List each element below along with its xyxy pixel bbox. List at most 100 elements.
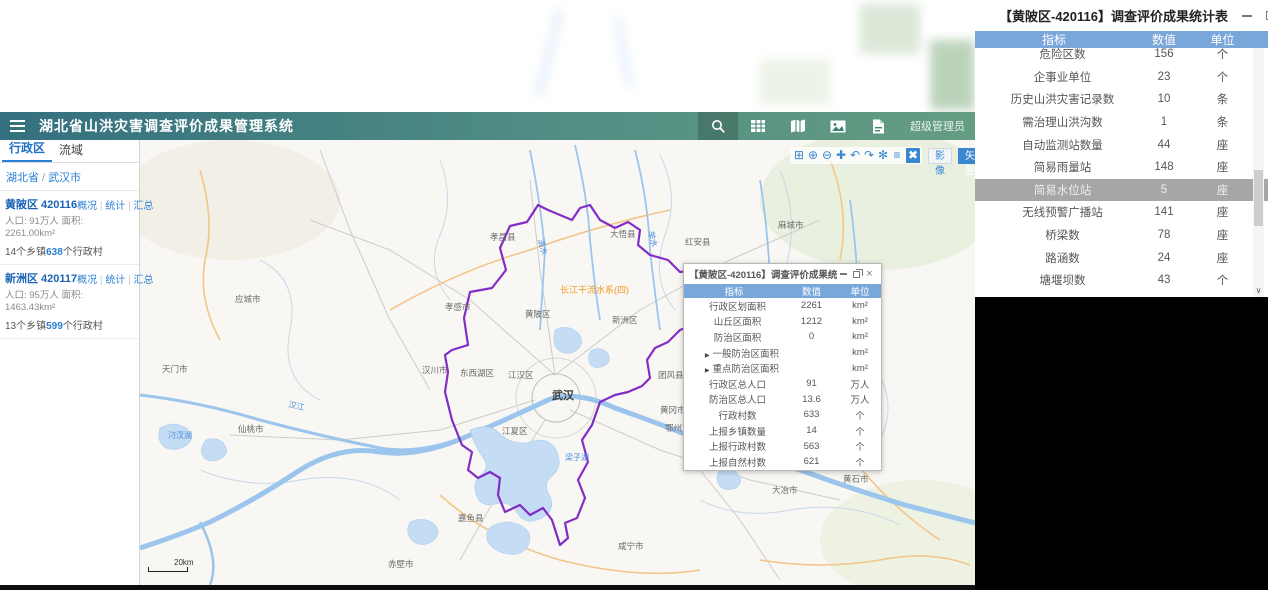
region-link-统计[interactable]: 统计: [105, 275, 125, 286]
panel-row-label: 简易雨量站: [1033, 162, 1092, 175]
table-icon[interactable]: [738, 112, 778, 140]
expand-arrow-icon[interactable]: ▶: [705, 368, 710, 374]
minimize-icon[interactable]: [837, 268, 850, 281]
clear-selection-icon[interactable]: ✻: [876, 148, 890, 163]
popup-row: 山丘区面积 1212 km²: [684, 314, 881, 330]
city-label: 大悟县: [610, 229, 636, 239]
panel-col-label: 指标: [1041, 33, 1066, 47]
legend-icon[interactable]: ≡: [890, 148, 904, 163]
region-link-概况[interactable]: 概况: [77, 201, 97, 212]
scale-bar: 20km: [148, 558, 194, 572]
panel-row[interactable]: 历史山洪灾害记录数 10 条: [975, 88, 1268, 111]
scroll-down-icon[interactable]: ∨: [1253, 284, 1264, 297]
popup-col-unit: 单位: [850, 287, 870, 298]
popup-row-unit: 万人: [850, 379, 870, 391]
minimize-icon[interactable]: [1242, 14, 1252, 17]
zoom-in-icon[interactable]: ⊕: [806, 148, 820, 163]
panel-row-label: 无线预警广播站: [1022, 207, 1103, 220]
popup-row-label: ▶ 重点防治区面积: [704, 364, 780, 376]
panel-row-unit: 座: [1216, 184, 1229, 197]
region-link-汇总[interactable]: 汇总: [133, 201, 153, 212]
app-title: 湖北省山洪灾害调查评价成果管理系统: [39, 118, 294, 134]
bottom-edge: [0, 585, 975, 590]
popup-row-unit: 万人: [850, 395, 870, 407]
region-name[interactable]: 新洲区 420117: [5, 270, 77, 286]
panel-row[interactable]: 桥梁数 78 座: [975, 224, 1268, 247]
panel-row-label: 需治理山洪沟数: [1022, 117, 1103, 130]
pan-icon[interactable]: ✚: [834, 148, 848, 163]
region-item: 新洲区 420117 概况 | 统计 | 汇总 人口: 95万人 面积: 1463.…: [0, 265, 153, 339]
panel-row[interactable]: 简易水位站 5 座: [975, 178, 1268, 202]
city-label: 赤壁市: [388, 559, 414, 569]
villages-count: 599: [46, 321, 63, 332]
popup-row-value: 563: [803, 440, 820, 452]
image-icon[interactable]: [818, 112, 858, 140]
breadcrumb-city[interactable]: 武汉市: [48, 172, 81, 184]
next-extent-icon[interactable]: ↷: [862, 148, 876, 163]
panel-row[interactable]: 无线预警广播站 141 座: [975, 201, 1268, 224]
map-canvas[interactable]: 应城市 天门市 汉川市 仙桃市 孝感市 孝昌县 大悟县 红安县 麻城市 黄陂区 新洲区 东西湖区 江汉区…: [140, 140, 975, 585]
faint-river: [534, 8, 564, 98]
popup-row-label: 上报行政村数: [708, 442, 766, 454]
panel-row[interactable]: 需治理山洪沟数 1 条: [975, 111, 1268, 134]
faint-terrain: [860, 4, 920, 54]
breadcrumb-province[interactable]: 湖北省: [6, 172, 39, 184]
map-stats-popup: 【黄陂区-420116】调查评价成果统计表 × 指标 数值 单位 行政区划面积 2…: [683, 263, 882, 471]
water-label: 汉江: [288, 400, 306, 412]
city-label: 大冶市: [772, 485, 798, 495]
panel-scrollbar[interactable]: ∨: [1253, 48, 1264, 297]
screen: 湖北省山洪灾害调查评价成果管理系统 超级管理员 行政区 流域 湖北省 / 武汉市 黄陂…: [0, 0, 1268, 590]
panel-row-value: 43: [1157, 274, 1171, 287]
map-icon[interactable]: [778, 112, 818, 140]
user-name[interactable]: 超级管理员: [910, 118, 965, 134]
region-name[interactable]: 黄陂区 420116: [5, 196, 77, 212]
popup-row-unit: km²: [852, 331, 868, 343]
scrollbar-thumb[interactable]: [1254, 170, 1263, 226]
panel-row[interactable]: 路涵数 24 座: [975, 246, 1268, 269]
breadcrumb-separator: /: [42, 172, 46, 184]
panel-row-unit: 座: [1216, 162, 1229, 175]
panel-table-header: 指标 数值 单位: [975, 31, 1268, 48]
basemap-button-矢量[interactable]: 矢量: [958, 147, 975, 177]
popup-row-label: 行政区总人口: [708, 379, 766, 391]
expand-arrow-icon[interactable]: ▶: [705, 353, 710, 359]
popup-titlebar[interactable]: 【黄陂区-420116】调查评价成果统计表 ×: [684, 264, 881, 284]
water-label: 汈汊湖: [168, 431, 192, 440]
close-icon[interactable]: ×: [863, 268, 876, 281]
popup-row-unit: km²: [852, 315, 868, 327]
previous-extent-icon[interactable]: ↶: [848, 148, 862, 163]
faint-terrain: [930, 40, 975, 110]
popup-row-label: 行政区划面积: [708, 301, 766, 313]
panel-row-unit: 个: [1216, 71, 1229, 84]
basemap-button-影像[interactable]: 影像: [928, 147, 952, 177]
search-icon[interactable]: [698, 112, 738, 140]
panel-row[interactable]: 自动监测站数量 44 座: [975, 133, 1268, 156]
region-link-概况[interactable]: 概况: [77, 275, 97, 286]
panel-titlebar[interactable]: 【黄陂区-420116】调查评价成果统计表 ×: [975, 0, 1268, 31]
panel-row[interactable]: 塘堰坝数 43 个: [975, 269, 1268, 292]
menu-icon[interactable]: [10, 117, 25, 135]
popup-row: 防治区面积 0 km²: [684, 329, 881, 345]
panel-row-label: 企事业单位: [1033, 71, 1092, 84]
popup-row-value: 2261: [800, 300, 823, 312]
city-label: 新洲区: [612, 315, 638, 325]
full-extent-icon[interactable]: ⊞: [792, 148, 806, 163]
panel-row[interactable]: 企事业单位 23 个: [975, 66, 1268, 89]
sidebar-tab-1[interactable]: 流域: [52, 138, 90, 162]
region-link-统计[interactable]: 统计: [105, 201, 125, 212]
panel-row[interactable]: 简易雨量站 148 座: [975, 156, 1268, 179]
zoom-out-icon[interactable]: ⊖: [820, 148, 834, 163]
panel-row-value: 10: [1157, 93, 1171, 106]
city-label: 孝昌县: [490, 232, 516, 242]
popup-row-label: 上报自然村数: [708, 457, 766, 469]
map-tool-strip: ⊞ ⊕ ⊖ ✚ ↶ ↷ ✻ ≡ ✖: [790, 147, 922, 164]
clear-icon[interactable]: ✖: [906, 148, 920, 163]
header-toolbar: [698, 112, 898, 140]
region-links: 概况 | 统计 | 汇总: [77, 274, 154, 286]
panel-row-label: 路涵数: [1045, 252, 1080, 265]
document-icon[interactable]: [858, 112, 898, 140]
region-link-汇总[interactable]: 汇总: [133, 275, 153, 286]
top-backdrop: [0, 0, 975, 112]
restore-icon[interactable]: [850, 268, 863, 281]
panel-row[interactable]: 危险区数 156 个: [975, 48, 1268, 66]
